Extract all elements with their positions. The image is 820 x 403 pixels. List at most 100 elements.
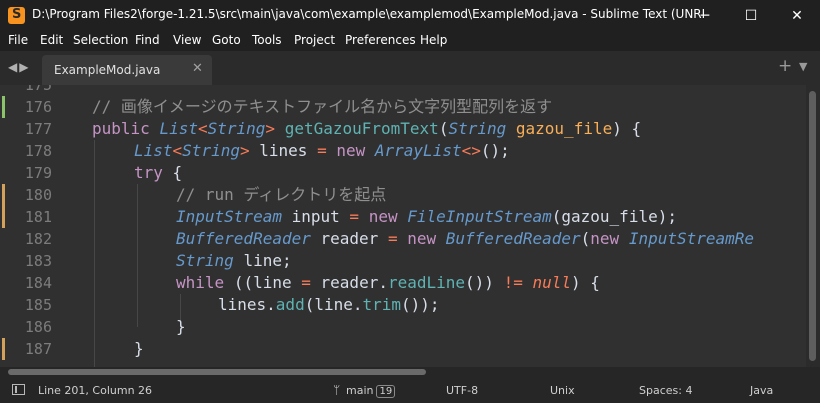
keyword-new: new [590, 229, 620, 248]
tab-menu-chevron-down-icon[interactable]: ▼ [799, 60, 807, 73]
keyword-while: while [176, 273, 225, 292]
menu-preferences[interactable]: Preferences [345, 33, 416, 47]
menu-selection[interactable]: Selection [73, 33, 128, 47]
menu-bar: File Edit Selection Find View Goto Tools… [0, 31, 820, 51]
minimize-button[interactable]: ─ [682, 0, 728, 31]
editor-pane[interactable]: 175 176 177 178 179 180 181 182 183 184 185 186 187… [0, 85, 820, 367]
comment: // run ディレクトリを起点 [176, 185, 387, 204]
operator: = [301, 273, 311, 292]
variable: reader [320, 229, 379, 248]
syntax[interactable]: Java [750, 384, 773, 397]
diamond: <> [461, 141, 481, 160]
new-tab-icon[interactable]: + [778, 56, 792, 76]
line-number: 177 [24, 120, 52, 138]
type-list: List [159, 119, 198, 138]
keyword-public: public [92, 119, 150, 138]
code-line-182: BufferedReader reader = new BufferedRead… [176, 228, 754, 250]
menu-project[interactable]: Project [294, 33, 335, 47]
tab-bar: ◀▶ ExampleMod.java ✕ + ▼ [0, 51, 820, 85]
menu-goto[interactable]: Goto [212, 33, 241, 47]
expression: (line. [304, 295, 363, 314]
tail: ) { [571, 273, 600, 292]
panel-toggle-icon[interactable] [12, 384, 25, 395]
indent-guide [94, 140, 95, 367]
line-number: 185 [24, 296, 52, 314]
line-number-gutter: 175 176 177 178 179 180 181 182 183 184 185 186 187 [0, 85, 72, 367]
object: lines. [218, 295, 276, 314]
keyword-new: new [368, 207, 398, 226]
tab-close-icon[interactable]: ✕ [192, 61, 203, 76]
menu-find[interactable]: Find [135, 33, 160, 47]
paren-brace: ) { [612, 119, 642, 138]
variable: input [291, 207, 340, 226]
operator: = [349, 207, 360, 226]
param-name: gazou_file [515, 119, 613, 138]
tail: (gazou_file); [551, 207, 677, 226]
code-line-180: // run ディレクトリを起点 [176, 184, 386, 206]
constructor: InputStreamRe [628, 229, 755, 248]
tab-label: ExampleMod.java [54, 63, 161, 77]
constructor: FileInputStream [407, 207, 552, 226]
brace: } [134, 339, 144, 358]
horizontal-scroll-thumb[interactable] [8, 369, 426, 375]
menu-tools[interactable]: Tools [252, 33, 282, 47]
tab-examplemod-java[interactable]: ExampleMod.java ✕ [42, 55, 212, 85]
method-call: trim [362, 295, 402, 314]
operator: != [503, 273, 523, 292]
cursor-position[interactable]: Line 201, Column 26 [38, 384, 152, 397]
close-window-button[interactable]: ✕ [774, 0, 820, 31]
type-list: List [134, 141, 173, 160]
code-line-186: } [176, 316, 186, 338]
title-bar: D:\Program Files2\forge-1.21.5\src\main\… [0, 0, 820, 31]
encoding[interactable]: UTF-8 [446, 384, 478, 397]
maximize-button[interactable]: ☐ [728, 0, 774, 31]
vertical-scroll-thumb[interactable] [809, 91, 816, 361]
type: String [176, 251, 234, 270]
keyword-try: try [134, 163, 163, 182]
branch-name: main [346, 384, 374, 397]
menu-file[interactable]: File [8, 33, 28, 47]
type-string: String [182, 141, 240, 160]
line-number: 175 [24, 85, 52, 94]
menu-edit[interactable]: Edit [40, 33, 63, 47]
line-number: 181 [24, 208, 52, 226]
comment: // 画像イメージのテキストファイル名から文字列型配列を返す [92, 97, 553, 116]
tail: ()); [401, 295, 440, 314]
line-number: 176 [24, 98, 52, 116]
line-number: 183 [24, 252, 52, 270]
parens: ()) [465, 273, 494, 292]
menu-view[interactable]: View [173, 33, 201, 47]
keyword-new: new [336, 141, 366, 160]
code-line-181: InputStream input = new FileInputStream(… [176, 206, 677, 228]
tab-nav-arrows-icon[interactable]: ◀▶ [8, 60, 30, 74]
method-call: readLine [387, 273, 466, 292]
indent-guide [137, 184, 138, 327]
code-area[interactable]: // 画像イメージのテキストファイル名から文字列型配列を返す public Li… [72, 85, 806, 367]
code-line-176: // 画像イメージのテキストファイル名から文字列型配列を返す [92, 96, 552, 118]
operator: = [387, 229, 398, 248]
generic-open: < [197, 119, 208, 138]
constructor: BufferedReader [445, 229, 581, 248]
git-branch[interactable]: main 19 [346, 384, 396, 398]
code-line-178: List<String> lines = new ArrayList<>(); [134, 140, 510, 162]
type-string: String [207, 119, 266, 138]
vertical-scrollbar[interactable] [806, 85, 820, 367]
code-line-179: try { [134, 162, 182, 184]
generic-close: > [265, 119, 276, 138]
horizontal-scrollbar[interactable] [0, 367, 820, 377]
constructor: ArrayList [374, 141, 462, 160]
expression: ((line [233, 273, 292, 292]
brace: { [172, 163, 183, 182]
brace: } [176, 317, 186, 336]
indentation[interactable]: Spaces: 4 [639, 384, 692, 397]
line-number: 187 [24, 340, 52, 358]
line-endings[interactable]: Unix [550, 384, 575, 397]
generic-open: < [172, 141, 183, 160]
code-line-187: } [134, 338, 144, 360]
git-branch-icon: ᛘ [333, 383, 341, 397]
object: reader. [320, 273, 388, 292]
branch-count-badge: 19 [376, 385, 396, 398]
method-name: getGazouFromText [284, 119, 439, 138]
menu-help[interactable]: Help [420, 33, 447, 47]
line-number: 180 [24, 186, 52, 204]
